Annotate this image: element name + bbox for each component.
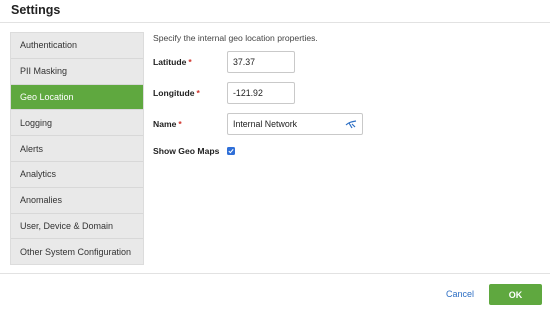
sidebar-item-logging[interactable]: Logging xyxy=(11,110,143,137)
required-marker: * xyxy=(188,57,192,67)
longitude-field[interactable]: -121.92 xyxy=(227,82,295,104)
ok-button[interactable]: OK xyxy=(489,284,542,305)
sidebar-item-user-device-domain[interactable]: User, Device & Domain xyxy=(11,214,143,240)
show-geo-maps-label: Show Geo Maps xyxy=(153,146,220,156)
globe-icon[interactable] xyxy=(345,119,357,130)
dialog-title: Settings xyxy=(11,3,61,17)
sidebar-item-label: Alerts xyxy=(20,143,44,154)
sidebar-item-other-system-configuration[interactable]: Other System Configuration xyxy=(11,239,143,265)
longitude-label: Longitude * xyxy=(153,88,200,98)
sidebar-item-label: Analytics xyxy=(20,169,57,180)
footer-divider xyxy=(0,273,550,274)
dialog-header: Settings xyxy=(0,0,550,23)
name-label: Name * xyxy=(153,119,182,129)
sidebar-item-anomalies[interactable]: Anomalies xyxy=(11,188,143,214)
panel-description: Specify the internal geo location proper… xyxy=(153,33,318,43)
sidebar-item-label: Geo Location xyxy=(20,91,74,102)
sidebar-item-label: Other System Configuration xyxy=(20,247,132,258)
sidebar-item-pii-masking[interactable]: PII Masking xyxy=(11,59,143,85)
sidebar-item-label: Logging xyxy=(20,117,53,128)
cancel-button[interactable]: Cancel xyxy=(446,289,474,299)
checkmark-icon xyxy=(228,148,234,154)
sidebar-item-label: Anomalies xyxy=(20,195,63,206)
show-geo-maps-checkbox[interactable] xyxy=(227,147,235,155)
sidebar-item-label: PII Masking xyxy=(20,66,68,77)
name-field[interactable]: Internal Network xyxy=(227,113,363,135)
settings-sidebar: Authentication PII Masking Geo Location … xyxy=(10,32,144,265)
latitude-field[interactable]: 37.37 xyxy=(227,51,295,73)
geo-location-panel: Specify the internal geo location proper… xyxy=(153,33,543,156)
sidebar-item-label: Authentication xyxy=(20,40,78,51)
latitude-label: Latitude * xyxy=(153,57,192,67)
required-marker: * xyxy=(196,88,200,98)
sidebar-item-geo-location[interactable]: Geo Location xyxy=(11,84,143,111)
required-marker: * xyxy=(178,119,182,129)
sidebar-item-authentication[interactable]: Authentication xyxy=(11,33,143,59)
sidebar-item-label: User, Device & Domain xyxy=(20,220,114,231)
sidebar-item-alerts[interactable]: Alerts xyxy=(11,136,143,162)
sidebar-item-analytics[interactable]: Analytics xyxy=(11,162,143,188)
